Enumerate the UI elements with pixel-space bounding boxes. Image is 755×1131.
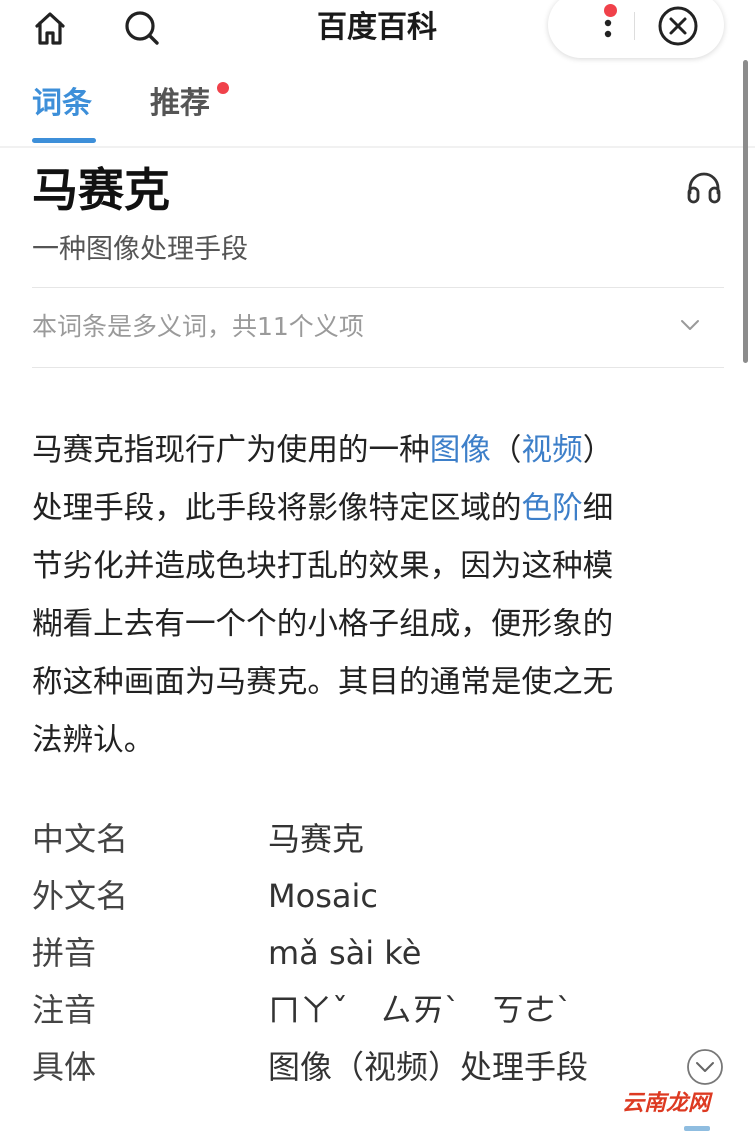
info-key: 外文名	[32, 877, 129, 915]
info-row: 具体 图像（视频）处理手段	[32, 1040, 724, 1097]
summary-line: 法辨认。	[32, 712, 727, 770]
divider	[32, 287, 724, 288]
summary-line: 称这种画面为马赛克。其目的通常是使之无	[32, 654, 727, 712]
bottom-indicator	[684, 1126, 710, 1131]
tab-entry[interactable]: 词条	[32, 82, 102, 126]
info-key: 中文名	[32, 820, 129, 858]
entry-subtitle: 一种图像处理手段	[32, 234, 248, 265]
summary-text: （	[490, 433, 522, 468]
watermark: 云南龙网	[622, 1091, 711, 1116]
polysemy-selector[interactable]: 本词条是多义词，共11个义项	[32, 306, 724, 348]
summary-line: 节劣化并造成色块打乱的效果，因为这种模	[32, 538, 727, 596]
chevron-down-icon	[681, 320, 699, 330]
notification-dot	[604, 4, 617, 17]
divider	[32, 367, 724, 368]
home-icon[interactable]	[28, 6, 72, 50]
summary-text: 法辨认。	[32, 723, 155, 758]
headphones-icon[interactable]	[684, 166, 724, 206]
info-row: 外文名 Mosaic	[32, 869, 724, 926]
info-row: 注音 ㄇㄚˇ ㄙㄞˋ ㄎㄜˋ	[32, 983, 724, 1040]
summary-text: 马赛克指现行广为使用的一种	[32, 433, 430, 468]
tab-badge-dot	[217, 82, 229, 94]
entry-summary: 马赛克指现行广为使用的一种图像（视频） 处理手段，此手段将影像特定区域的色阶细 节劣…	[32, 422, 727, 770]
capsule-divider	[634, 12, 635, 40]
summary-text: 处理手段，此手段将影像特定区域的	[32, 491, 522, 526]
info-value: 马赛克	[268, 820, 365, 858]
info-key: 具体	[32, 1048, 97, 1086]
summary-link[interactable]: 视频	[522, 433, 583, 468]
chevron-down-circle-icon[interactable]	[686, 1048, 724, 1086]
summary-link[interactable]: 色阶	[522, 491, 583, 526]
info-key: 注音	[32, 991, 97, 1029]
summary-text: 糊看上去有一个个的小格子组成，便形象的	[32, 607, 614, 642]
tab-active-indicator	[32, 138, 96, 143]
mini-program-capsule	[548, 0, 724, 58]
summary-text: ）	[582, 433, 614, 468]
basic-info-table: 中文名 马赛克外文名 Mosaic 拼音 mǎ sài kè 注音 ㄇㄚˇ ㄙㄞˋ ㄎㄜˋ 具…	[32, 812, 724, 1097]
summary-line: 糊看上去有一个个的小格子组成，便形象的	[32, 596, 727, 654]
info-key: 拼音	[32, 934, 97, 972]
info-value: 图像（视频）处理手段	[268, 1048, 589, 1086]
info-value: Mosaic	[268, 877, 378, 915]
summary-text: 细	[582, 491, 614, 526]
summary-text: 节劣化并造成色块打乱的效果，因为这种模	[32, 549, 614, 584]
info-value: mǎ sài kè	[268, 934, 422, 972]
close-circle-icon[interactable]	[648, 0, 708, 50]
app-title: 百度百科	[317, 10, 437, 45]
tab-recommend[interactable]: 推荐	[150, 82, 220, 126]
summary-link[interactable]: 图像	[430, 433, 491, 468]
top-nav-bar: 百度百科	[0, 0, 755, 62]
info-row: 中文名 马赛克	[32, 812, 724, 869]
summary-text: 称这种画面为马赛克。其目的通常是使之无	[32, 665, 614, 700]
info-row: 拼音 mǎ sài kè	[32, 926, 724, 983]
tab-bar: 词条 推荐	[0, 72, 755, 148]
polysemy-text: 本词条是多义词，共11个义项	[32, 312, 364, 341]
summary-line: 马赛克指现行广为使用的一种图像（视频）	[32, 422, 727, 480]
info-value: ㄇㄚˇ ㄙㄞˋ ㄎㄜˋ	[268, 991, 573, 1029]
more-vertical-icon[interactable]	[562, 0, 628, 50]
summary-line: 处理手段，此手段将影像特定区域的色阶细	[32, 480, 727, 538]
entry-title: 马赛克	[32, 163, 170, 217]
scrollbar[interactable]	[743, 60, 748, 363]
search-icon[interactable]	[120, 6, 164, 50]
